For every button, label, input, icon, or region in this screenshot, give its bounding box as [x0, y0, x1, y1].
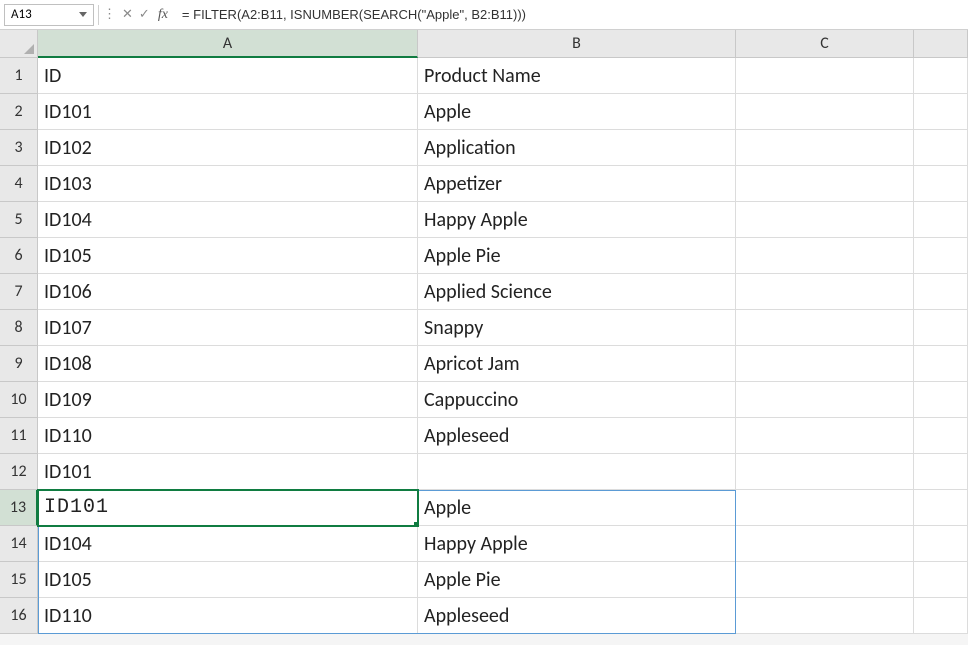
row-header[interactable]: 15: [0, 562, 38, 598]
cell[interactable]: Appleseed: [418, 598, 736, 634]
cell[interactable]: [736, 238, 914, 274]
cell[interactable]: Cappuccino: [418, 382, 736, 418]
name-box-value: A13: [11, 7, 32, 22]
cell[interactable]: ID106: [38, 274, 418, 310]
cell[interactable]: [914, 238, 968, 274]
cell[interactable]: [736, 94, 914, 130]
cell[interactable]: Apple Pie: [418, 562, 736, 598]
row-header[interactable]: 7: [0, 274, 38, 310]
cell[interactable]: ID102: [38, 130, 418, 166]
formula-bar-buttons: ⋮ ✕ ✓: [103, 7, 150, 22]
cell[interactable]: ID105: [38, 238, 418, 274]
cell[interactable]: ID109: [38, 382, 418, 418]
cancel-icon[interactable]: ✕: [122, 7, 133, 22]
cell[interactable]: ID101: [38, 454, 418, 490]
cell[interactable]: ID107: [38, 310, 418, 346]
cell[interactable]: ID101: [38, 490, 418, 526]
name-box[interactable]: A13: [4, 4, 94, 26]
cell[interactable]: [914, 274, 968, 310]
row-header[interactable]: 12: [0, 454, 38, 490]
row-header[interactable]: 11: [0, 418, 38, 454]
cell[interactable]: ID104: [38, 526, 418, 562]
cell[interactable]: Snappy: [418, 310, 736, 346]
cell[interactable]: [736, 598, 914, 634]
cell[interactable]: [914, 598, 968, 634]
cell[interactable]: [914, 562, 968, 598]
cell[interactable]: ID108: [38, 346, 418, 382]
cell[interactable]: Happy Apple: [418, 526, 736, 562]
cell[interactable]: ID101: [38, 94, 418, 130]
cell[interactable]: Appetizer: [418, 166, 736, 202]
cell[interactable]: [914, 454, 968, 490]
cell[interactable]: [736, 454, 914, 490]
cell[interactable]: ID110: [38, 418, 418, 454]
cell[interactable]: [914, 346, 968, 382]
cell[interactable]: Apricot Jam: [418, 346, 736, 382]
cell[interactable]: [914, 490, 968, 526]
cell[interactable]: ID103: [38, 166, 418, 202]
row-header[interactable]: 14: [0, 526, 38, 562]
cell[interactable]: [418, 454, 736, 490]
row-header[interactable]: 2: [0, 94, 38, 130]
column-header[interactable]: A: [38, 30, 418, 58]
cell[interactable]: [736, 274, 914, 310]
cell[interactable]: [914, 310, 968, 346]
row-header[interactable]: 3: [0, 130, 38, 166]
formula-bar: A13 ⋮ ✕ ✓ fx: [0, 0, 968, 30]
row-header[interactable]: 9: [0, 346, 38, 382]
cell[interactable]: Appleseed: [418, 418, 736, 454]
cell[interactable]: ID104: [38, 202, 418, 238]
cell[interactable]: [736, 418, 914, 454]
cell[interactable]: Apple: [418, 490, 736, 526]
enter-icon[interactable]: ✓: [139, 7, 150, 22]
cell[interactable]: [736, 346, 914, 382]
row-header[interactable]: 10: [0, 382, 38, 418]
cell[interactable]: Applied Science: [418, 274, 736, 310]
column-header[interactable]: C: [736, 30, 914, 58]
cell[interactable]: Apple Pie: [418, 238, 736, 274]
cell[interactable]: [914, 202, 968, 238]
cell[interactable]: [914, 526, 968, 562]
more-icon[interactable]: ⋮: [103, 7, 116, 22]
row-header[interactable]: 8: [0, 310, 38, 346]
cell[interactable]: [736, 382, 914, 418]
cell[interactable]: [914, 94, 968, 130]
cell[interactable]: [736, 310, 914, 346]
cell[interactable]: [736, 490, 914, 526]
cell[interactable]: [736, 130, 914, 166]
row-header[interactable]: 4: [0, 166, 38, 202]
cell[interactable]: [914, 418, 968, 454]
fx-icon[interactable]: fx: [154, 7, 172, 23]
row-header[interactable]: 1: [0, 58, 38, 94]
cell[interactable]: ID: [38, 58, 418, 94]
row-header[interactable]: 5: [0, 202, 38, 238]
cell[interactable]: [736, 166, 914, 202]
cell[interactable]: Happy Apple: [418, 202, 736, 238]
row-header[interactable]: 6: [0, 238, 38, 274]
cell[interactable]: Apple: [418, 94, 736, 130]
cell[interactable]: [736, 58, 914, 94]
cell[interactable]: [736, 562, 914, 598]
cell[interactable]: [914, 382, 968, 418]
cell[interactable]: [736, 202, 914, 238]
cell[interactable]: ID110: [38, 598, 418, 634]
column-header[interactable]: [914, 30, 968, 58]
row-header[interactable]: 13: [0, 490, 38, 526]
cell[interactable]: [914, 58, 968, 94]
spreadsheet-grid[interactable]: ABC1IDProduct Name2ID101Apple3ID102Appli…: [0, 30, 968, 634]
cell[interactable]: [736, 526, 914, 562]
column-header[interactable]: B: [418, 30, 736, 58]
formula-input[interactable]: [176, 4, 964, 26]
cell[interactable]: [914, 130, 968, 166]
row-header[interactable]: 16: [0, 598, 38, 634]
cell[interactable]: ID105: [38, 562, 418, 598]
separator: [98, 5, 99, 25]
cell[interactable]: [914, 166, 968, 202]
chevron-down-icon[interactable]: [79, 12, 87, 17]
cell[interactable]: Product Name: [418, 58, 736, 94]
select-all-corner[interactable]: [0, 30, 38, 58]
cell[interactable]: Application: [418, 130, 736, 166]
